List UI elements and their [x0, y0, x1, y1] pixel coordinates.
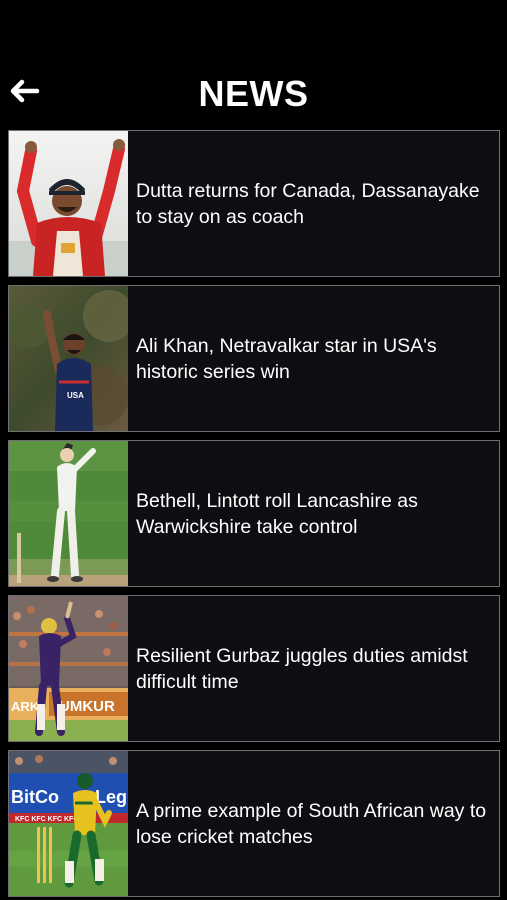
news-headline: Bethell, Lintott roll Lancashire as Warw…: [136, 489, 418, 538]
svg-text:USA: USA: [67, 391, 84, 400]
news-card[interactable]: UMKUR ARK Resilient Gurbaz juggles dutie…: [8, 595, 500, 742]
svg-text:ARK: ARK: [11, 699, 40, 714]
news-headline: Resilient Gurbaz juggles duties amidst d…: [136, 644, 468, 693]
news-thumbnail: UMKUR ARK: [9, 596, 128, 741]
news-card[interactable]: Dutta returns for Canada, Dassanayake to…: [8, 130, 500, 277]
news-headline: Ali Khan, Netravalkar star in USA's hist…: [136, 334, 437, 383]
news-card[interactable]: USA Ali Khan, Netravalkar star in USA's …: [8, 285, 500, 432]
news-thumbnail: [9, 441, 128, 586]
app-header: NEWS: [0, 62, 507, 126]
svg-text:Legi: Legi: [95, 787, 128, 807]
news-card[interactable]: BitCo Legi KFC KFC KFC KFC: [8, 750, 500, 897]
page-title: NEWS: [198, 73, 309, 114]
news-headline: A prime example of South African way to …: [136, 799, 487, 848]
news-headline: Dutta returns for Canada, Dassanayake to…: [136, 179, 480, 228]
news-card[interactable]: Bethell, Lintott roll Lancashire as Warw…: [8, 440, 500, 587]
news-thumbnail: BitCo Legi KFC KFC KFC KFC: [9, 751, 128, 896]
news-thumbnail: USA: [9, 286, 128, 431]
ad-board-text: BitCo: [11, 787, 59, 807]
svg-text:KFC KFC KFC KFC: KFC KFC KFC KFC: [15, 816, 78, 823]
news-thumbnail: [9, 131, 128, 276]
news-screen: NEWS Dutta returns for Canada, Dassanaya…: [0, 0, 507, 900]
ad-board-text: UMKUR: [59, 698, 115, 715]
news-list: Dutta returns for Canada, Dassanayake to…: [8, 130, 500, 900]
